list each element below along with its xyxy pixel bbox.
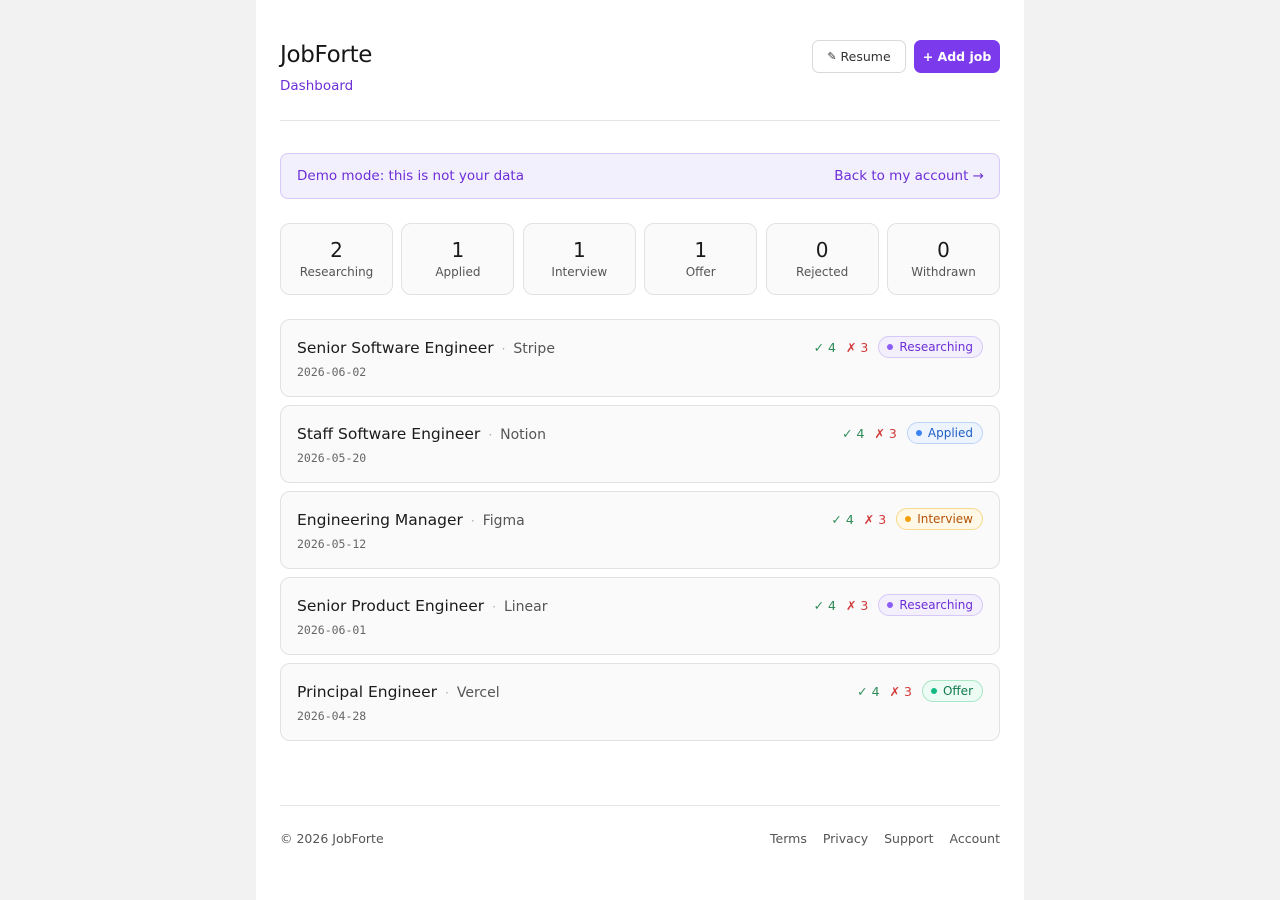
job-date: 2026-06-01 (297, 623, 367, 637)
job-meta: ✓ 4 ✗ 3 Researching (814, 594, 983, 616)
job-card[interactable]: Staff Software Engineer · Notion 2026-05-20… (280, 405, 1000, 483)
job-heading: Engineering Manager · Figma (297, 511, 525, 529)
job-heading: Senior Product Engineer · Linear (297, 597, 547, 615)
status-dot (915, 430, 922, 436)
stat-count: 1 (694, 238, 708, 262)
pencil-icon: ✎ (827, 50, 837, 63)
job-title: Senior Product Engineer (297, 597, 485, 615)
stat-card-researching[interactable]: 2 Researching (280, 223, 394, 295)
status-label: Interview (917, 512, 973, 526)
stat-card-interview[interactable]: 1 Interview (522, 223, 636, 295)
page-container: JobForte Dashboard ✎ Resume + Add job De… (256, 0, 1024, 900)
status-dot (887, 344, 894, 350)
page-header: JobForte Dashboard ✎ Resume + Add job (280, 0, 1000, 121)
status-label: Researching (899, 340, 973, 354)
job-title: Staff Software Engineer (297, 425, 481, 443)
status-badge: Researching (878, 336, 983, 358)
job-card[interactable]: Engineering Manager · Figma 2026-05-12 ✓ 4 ✗ … (280, 491, 1000, 569)
fail-count: ✗ 3 (845, 597, 869, 613)
separator-dot: · (445, 686, 449, 700)
stat-label: Withdrawn (911, 265, 976, 279)
demo-mode-banner: Demo mode: this is not your data Back to… (280, 153, 1000, 199)
status-dot (887, 602, 894, 608)
job-list: Senior Software Engineer · Stripe 2026-06-0… (280, 319, 1000, 749)
job-card[interactable]: Senior Product Engineer · Linear 2026-06-01… (280, 577, 1000, 655)
job-card[interactable]: Principal Engineer · Vercel 2026-04-28 ✓ 4 ✗ … (280, 663, 1000, 741)
job-company: Figma (482, 513, 525, 529)
footer-link-support[interactable]: Support (884, 831, 933, 846)
back-to-account-link[interactable]: Back to my account → (834, 168, 984, 184)
demo-mode-text: Demo mode: this is not your data (297, 168, 524, 184)
job-date: 2026-06-02 (297, 365, 367, 379)
stat-count: 1 (451, 238, 465, 262)
fail-count: ✗ 3 (845, 339, 869, 355)
job-heading: Principal Engineer · Vercel (297, 683, 500, 701)
header-actions: ✎ Resume + Add job (812, 40, 1000, 73)
job-date: 2026-05-20 (297, 451, 367, 465)
status-label: Offer (942, 684, 973, 698)
job-meta: ✓ 4 ✗ 3 Researching (814, 336, 983, 358)
job-title: Engineering Manager (297, 511, 463, 529)
status-badge: Offer (921, 680, 983, 702)
fail-count: ✗ 3 (863, 511, 887, 527)
separator-dot: · (470, 514, 475, 528)
job-company: Stripe (513, 341, 555, 357)
pass-count: ✓ 4 (813, 597, 836, 613)
job-meta: ✓ 4 ✗ 3 Offer (857, 680, 983, 702)
fail-count: ✗ 3 (889, 683, 912, 699)
job-company: Linear (503, 599, 548, 615)
job-company: Notion (500, 427, 546, 443)
stat-label: Interview (551, 265, 608, 279)
separator-dot: · (492, 600, 496, 614)
footer-link-terms[interactable]: Terms (770, 831, 807, 846)
add-job-button[interactable]: + Add job (914, 40, 1000, 73)
pass-count: ✓ 4 (813, 339, 836, 355)
job-card[interactable]: Senior Software Engineer · Stripe 2026-06-0… (280, 319, 1000, 397)
status-label: Applied (927, 426, 973, 440)
job-date: 2026-05-12 (297, 537, 367, 551)
separator-dot: · (488, 428, 493, 442)
stat-label: Researching (299, 265, 374, 279)
stat-label: Offer (685, 265, 716, 279)
status-dot (905, 516, 912, 522)
job-meta: ✓ 4 ✗ 3 Interview (831, 508, 983, 530)
fail-count: ✗ 3 (874, 425, 897, 441)
pass-count: ✓ 4 (842, 425, 865, 441)
job-title: Principal Engineer (297, 683, 438, 701)
status-badge: Researching (878, 594, 983, 616)
status-stats: 2 Researching 1 Applied 1 Interview 1 Offer 0 Rej… (280, 223, 1001, 295)
job-heading: Senior Software Engineer · Stripe (297, 339, 555, 357)
separator-dot: · (501, 342, 506, 356)
resume-button[interactable]: ✎ Resume (812, 40, 906, 73)
stat-label: Applied (435, 265, 481, 279)
job-title: Senior Software Engineer (297, 339, 494, 357)
pass-count: ✓ 4 (831, 511, 854, 527)
stat-label: Rejected (796, 265, 849, 279)
stat-card-applied[interactable]: 1 Applied (401, 223, 515, 295)
footer-link-privacy[interactable]: Privacy (823, 831, 868, 846)
copyright: © 2026 JobForte (280, 831, 384, 846)
pass-count: ✓ 4 (857, 683, 880, 699)
stat-count: 0 (937, 238, 950, 262)
stat-card-rejected[interactable]: 0 Rejected (765, 223, 879, 295)
job-meta: ✓ 4 ✗ 3 Applied (842, 422, 983, 444)
status-dot (930, 688, 937, 694)
stat-card-offer[interactable]: 1 Offer (644, 223, 758, 295)
stat-card-withdrawn[interactable]: 0 Withdrawn (887, 223, 1001, 295)
resume-button-label: Resume (840, 49, 891, 64)
stat-count: 0 (815, 238, 829, 262)
job-company: Vercel (456, 685, 500, 701)
status-label: Researching (899, 598, 973, 612)
status-badge: Applied (906, 422, 983, 444)
stat-count: 1 (572, 238, 586, 262)
job-date: 2026-04-28 (297, 709, 367, 723)
job-heading: Staff Software Engineer · Notion (297, 425, 546, 443)
dashboard-link[interactable]: Dashboard (280, 78, 353, 94)
brand-title: JobForte (280, 42, 373, 68)
page-footer: © 2026 JobForte Terms Privacy Support Accou… (280, 805, 1000, 846)
footer-link-account[interactable]: Account (950, 831, 1000, 846)
footer-links: Terms Privacy Support Account (770, 831, 1000, 846)
status-badge: Interview (896, 508, 983, 530)
stat-count: 2 (330, 238, 343, 262)
